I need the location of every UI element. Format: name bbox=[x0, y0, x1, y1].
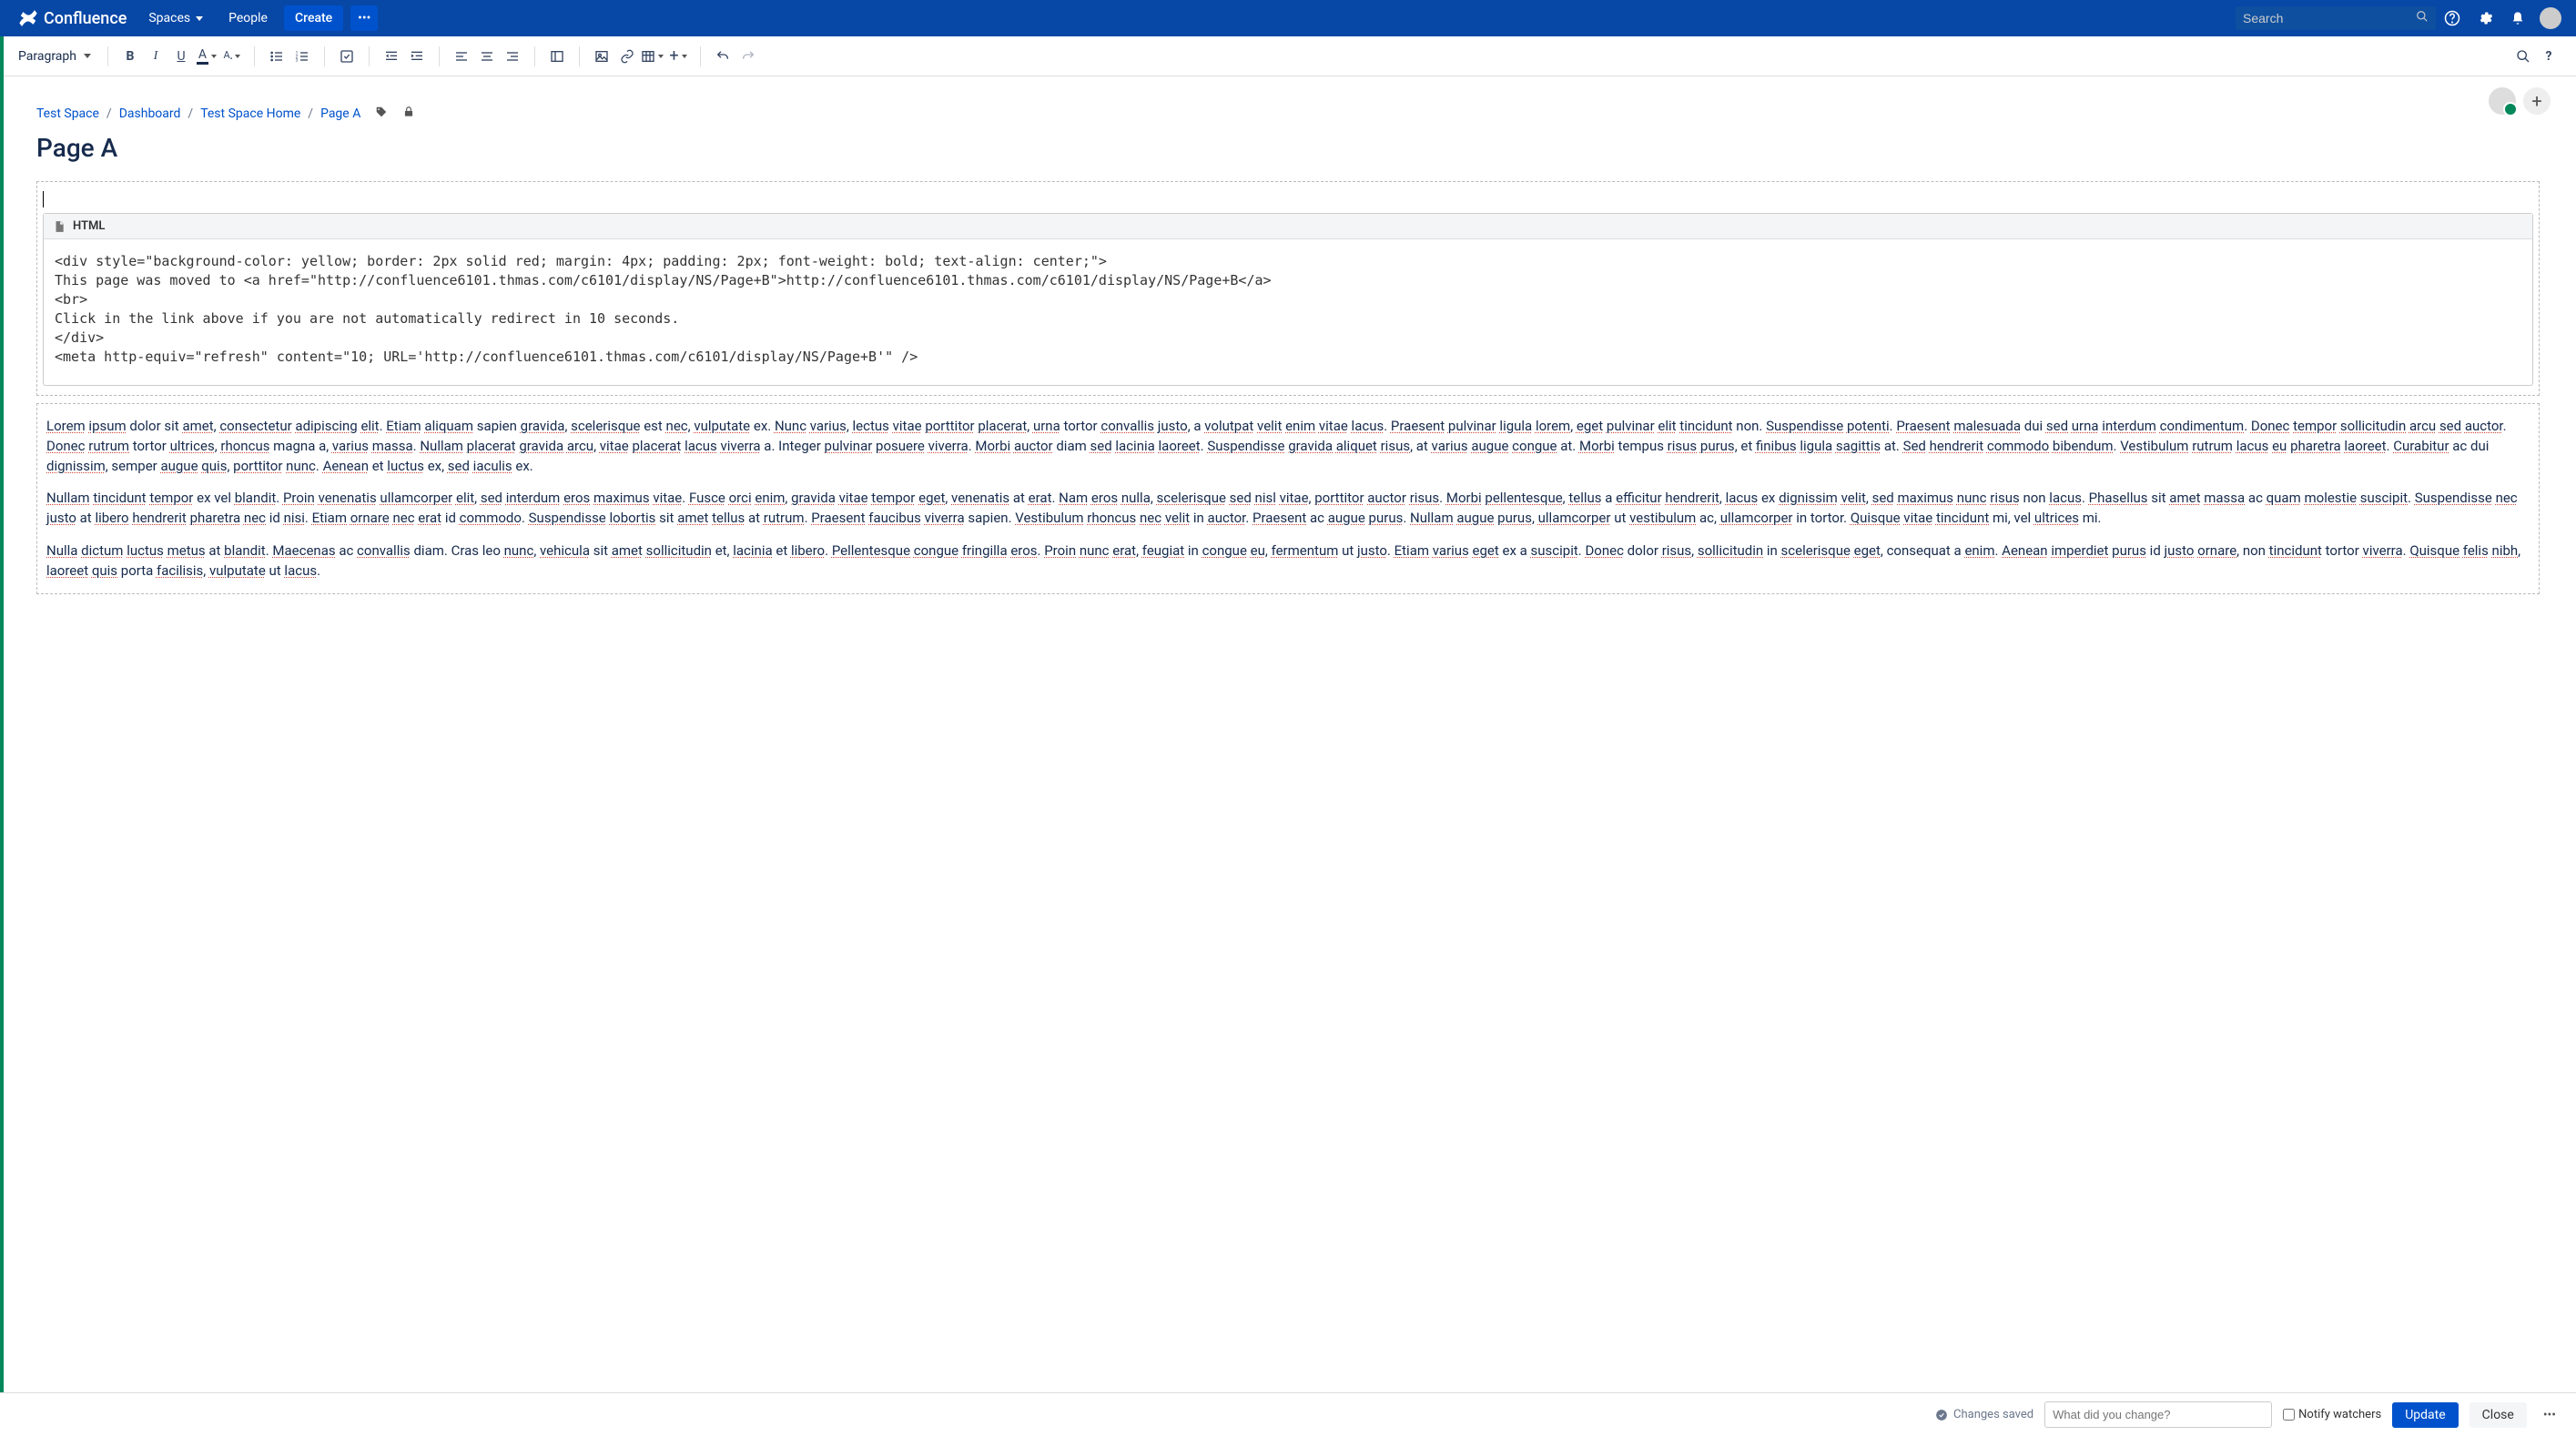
breadcrumb-sep: / bbox=[188, 106, 193, 121]
chevron-down-icon bbox=[658, 55, 664, 58]
underline-button[interactable]: U bbox=[168, 44, 194, 69]
settings-icon[interactable] bbox=[2470, 4, 2500, 33]
breadcrumb-sep: / bbox=[308, 106, 313, 121]
align-right-button[interactable] bbox=[500, 44, 525, 69]
find-button[interactable] bbox=[2510, 44, 2536, 69]
breadcrumb-link[interactable]: Page A bbox=[320, 106, 360, 121]
confluence-logo[interactable]: Confluence bbox=[9, 8, 136, 28]
version-comment-input[interactable] bbox=[2044, 1401, 2272, 1428]
align-left-button[interactable] bbox=[449, 44, 474, 69]
block-type-label: Paragraph bbox=[18, 49, 76, 64]
chevron-down-icon bbox=[84, 54, 91, 58]
html-macro[interactable]: HTML <div style="background-color: yello… bbox=[43, 213, 2533, 386]
paragraph[interactable]: Nullam tincidunt tempor ex vel blandit. … bbox=[46, 489, 2530, 529]
macro-header: HTML bbox=[44, 214, 2532, 239]
brand-label: Confluence bbox=[44, 9, 127, 28]
redo-button[interactable] bbox=[735, 44, 761, 69]
user-avatar[interactable] bbox=[2540, 7, 2561, 29]
document-icon bbox=[53, 220, 66, 233]
notify-label: Notify watchers bbox=[2298, 1408, 2381, 1421]
insert-more-button[interactable]: + bbox=[665, 44, 691, 69]
nav-people[interactable]: People bbox=[216, 0, 280, 36]
paragraph[interactable]: Lorem ipsum dolor sit amet, consectetur … bbox=[46, 417, 2530, 476]
chevron-down-icon bbox=[211, 55, 217, 58]
more-actions-button[interactable]: ••• bbox=[2538, 1408, 2561, 1422]
nav-spaces-label: Spaces bbox=[148, 11, 190, 25]
confluence-icon bbox=[18, 8, 38, 28]
macro-label: HTML bbox=[73, 219, 105, 233]
text-color-button[interactable]: A bbox=[194, 44, 219, 69]
left-accent-stripe bbox=[0, 36, 4, 1392]
presence-avatar[interactable] bbox=[2489, 87, 2516, 115]
create-more-button[interactable]: ••• bbox=[350, 5, 378, 31]
image-button[interactable] bbox=[589, 44, 614, 69]
cursor-line[interactable] bbox=[43, 191, 2533, 207]
breadcrumb-sep: / bbox=[106, 106, 112, 121]
link-button[interactable] bbox=[614, 44, 640, 69]
search-icon bbox=[2416, 10, 2429, 26]
create-label: Create bbox=[295, 11, 332, 25]
align-center-button[interactable] bbox=[474, 44, 500, 69]
page-title[interactable]: Page A bbox=[36, 133, 2540, 163]
invite-button[interactable]: + bbox=[2523, 87, 2551, 115]
table-button[interactable] bbox=[640, 44, 665, 69]
paragraph[interactable]: Nulla dictum luctus metus at blandit. Ma… bbox=[46, 541, 2530, 581]
block-type-select[interactable]: Paragraph bbox=[15, 49, 98, 64]
italic-button[interactable]: I bbox=[143, 44, 168, 69]
layout-button[interactable] bbox=[544, 44, 570, 69]
top-nav: Confluence Spaces People Create ••• bbox=[0, 0, 2576, 36]
editor-footer: Changes saved Notify watchers Update Clo… bbox=[0, 1392, 2576, 1436]
indent-button[interactable] bbox=[404, 44, 430, 69]
chevron-down-icon bbox=[196, 16, 203, 21]
bullet-list-button[interactable] bbox=[264, 44, 289, 69]
nav-spaces[interactable]: Spaces bbox=[136, 0, 216, 36]
editor-toolbar: Paragraph B I U A A• 123 + ? bbox=[0, 36, 2576, 76]
labels-icon[interactable] bbox=[375, 106, 388, 122]
macro-body[interactable]: <div style="background-color: yellow; bo… bbox=[44, 239, 2532, 385]
create-button[interactable]: Create bbox=[284, 5, 343, 31]
notify-watchers[interactable]: Notify watchers bbox=[2283, 1408, 2381, 1421]
bold-button[interactable]: B bbox=[117, 44, 143, 69]
more-formatting-button[interactable]: A• bbox=[219, 44, 245, 69]
search-input[interactable] bbox=[2243, 11, 2416, 25]
page-header-actions: + bbox=[2489, 87, 2551, 115]
help-icon[interactable] bbox=[2438, 4, 2467, 33]
nav-people-label: People bbox=[228, 11, 268, 25]
restrictions-icon[interactable] bbox=[402, 106, 415, 122]
breadcrumb-link[interactable]: Dashboard bbox=[119, 106, 181, 121]
notifications-icon[interactable] bbox=[2503, 4, 2532, 33]
save-status-label: Changes saved bbox=[1953, 1408, 2033, 1421]
svg-text:3: 3 bbox=[296, 57, 299, 63]
check-circle-icon bbox=[1935, 1409, 1948, 1421]
outdent-button[interactable] bbox=[379, 44, 404, 69]
ellipsis-icon: ••• bbox=[358, 11, 370, 25]
save-status: Changes saved bbox=[1935, 1408, 2033, 1421]
page-content: + Test Space / Dashboard / Test Space Ho… bbox=[0, 76, 2576, 649]
search-box[interactable] bbox=[2236, 6, 2436, 30]
chevron-down-icon bbox=[235, 55, 240, 58]
task-list-button[interactable] bbox=[334, 44, 360, 69]
update-button[interactable]: Update bbox=[2392, 1402, 2458, 1428]
number-list-button[interactable]: 123 bbox=[289, 44, 315, 69]
editor-help-button[interactable]: ? bbox=[2536, 44, 2561, 69]
breadcrumb-link[interactable]: Test Space bbox=[36, 106, 99, 121]
undo-button[interactable] bbox=[710, 44, 735, 69]
editor-body-top-frame[interactable]: HTML <div style="background-color: yello… bbox=[36, 181, 2540, 396]
breadcrumb-link[interactable]: Test Space Home bbox=[200, 106, 300, 121]
chevron-down-icon bbox=[682, 55, 687, 58]
editor-body-text-frame[interactable]: Lorem ipsum dolor sit amet, consectetur … bbox=[36, 403, 2540, 594]
close-button[interactable]: Close bbox=[2470, 1402, 2527, 1428]
notify-checkbox[interactable] bbox=[2283, 1409, 2295, 1421]
breadcrumb: Test Space / Dashboard / Test Space Home… bbox=[36, 91, 2540, 129]
